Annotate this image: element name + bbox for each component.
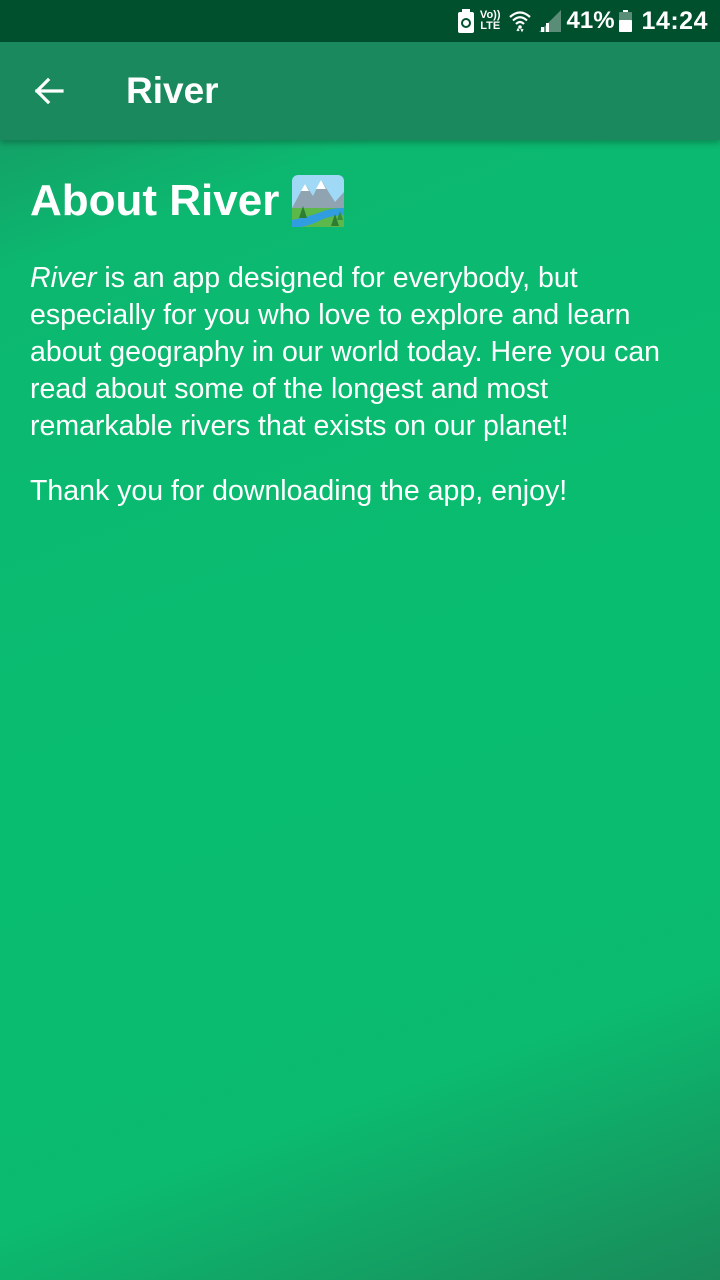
back-button[interactable] — [0, 42, 98, 140]
clock: 14:24 — [641, 6, 708, 35]
cellular-signal-icon — [538, 10, 561, 32]
wifi-icon — [508, 9, 531, 33]
status-bar: Vo)) LTE 41% 14:24 — [0, 0, 720, 42]
battery-percent: 41% — [566, 7, 615, 34]
about-screen: Vo)) LTE 41% 14:24 River About River Riv… — [0, 0, 720, 1280]
about-heading: About River — [30, 170, 690, 232]
battery-saver-icon — [457, 9, 474, 33]
app-bar: River — [0, 42, 720, 140]
about-paragraph-1: River is an app designed for everybody, … — [30, 260, 690, 445]
app-bar-title: River — [126, 70, 219, 111]
about-paragraph-2: Thank you for downloading the app, enjoy… — [30, 475, 568, 507]
arrow-left-icon — [34, 77, 64, 105]
battery-icon — [618, 10, 632, 32]
volte-indicator: Vo)) LTE — [480, 10, 501, 32]
about-content: About River River is an app designed for… — [30, 170, 690, 510]
national-park-emoji-icon — [292, 175, 345, 227]
about-paragraph-1-text: is an app designed for everybody, but es… — [30, 262, 661, 442]
app-name-emphasis: River — [30, 262, 97, 294]
about-title: About River — [30, 176, 280, 225]
volte-bottom-label: LTE — [480, 20, 501, 32]
